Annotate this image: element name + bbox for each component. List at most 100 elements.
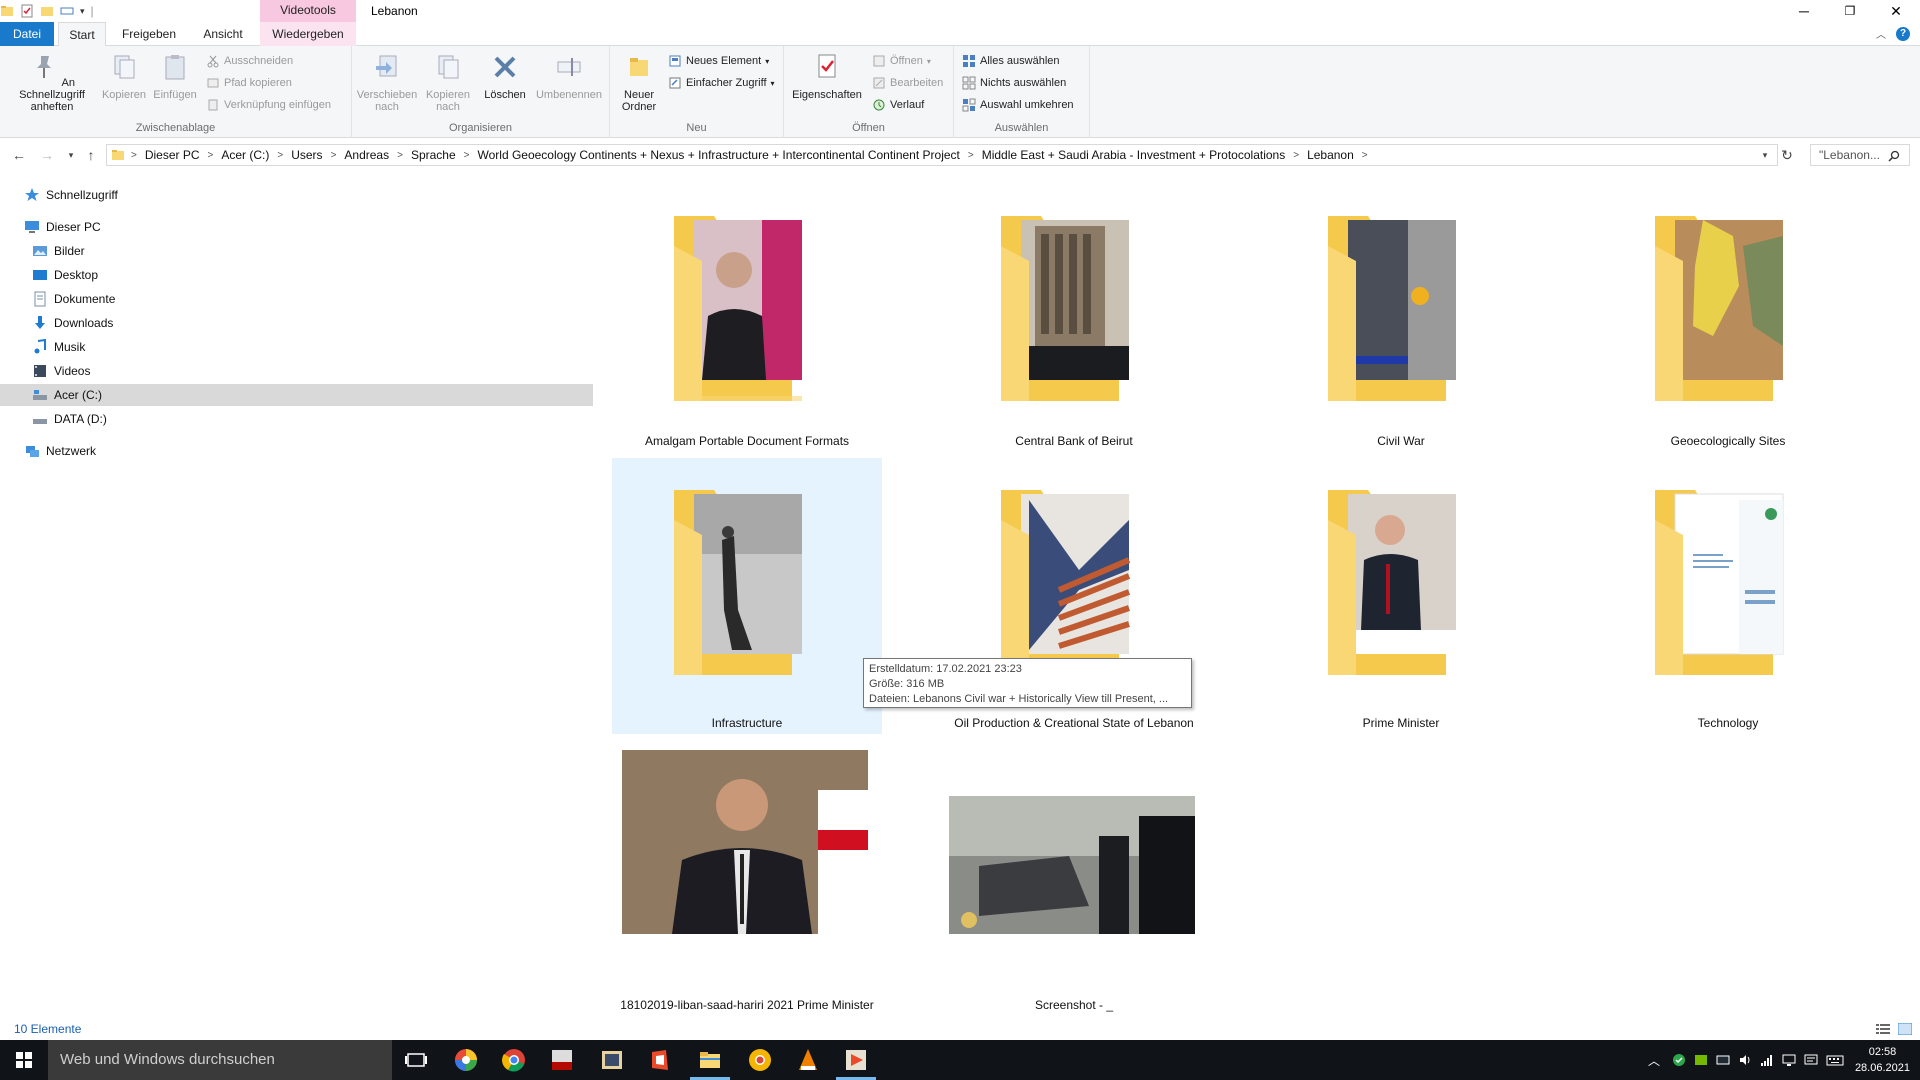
open-button[interactable]: Öffnen ▾: [872, 52, 931, 70]
recent-locations-button[interactable]: ▾: [62, 146, 80, 164]
nvidia-icon[interactable]: [1694, 1053, 1708, 1067]
new-folder-icon[interactable]: [40, 4, 54, 18]
properties-icon[interactable]: [20, 4, 34, 18]
select-all-button[interactable]: Alles auswählen: [962, 52, 1060, 70]
image-file-item[interactable]: 18102019-liban-saad-hariri 2021 Prime Mi…: [612, 740, 882, 1016]
move-to-label: Verschieben nach: [356, 89, 418, 113]
breadcrumb-lebanon[interactable]: Lebanon: [1301, 148, 1360, 162]
invert-selection-button[interactable]: Auswahl umkehren: [962, 96, 1074, 114]
breadcrumb-sprache[interactable]: Sprache: [405, 148, 462, 162]
breadcrumb-separator: >: [330, 149, 337, 161]
paste-button[interactable]: Einfügen: [150, 52, 200, 101]
file-explorer-icon[interactable]: [696, 1046, 724, 1074]
tab-freigeben[interactable]: Freigeben: [112, 22, 186, 46]
address-dropdown-button[interactable]: ▾: [1756, 146, 1774, 164]
nav-item-musik[interactable]: Musik: [0, 336, 593, 358]
tab-ansicht[interactable]: Ansicht: [192, 22, 254, 46]
new-folder-button[interactable]: Neuer Ordner: [614, 52, 664, 113]
up-button[interactable]: ↑: [82, 146, 100, 164]
start-button[interactable]: [0, 1040, 48, 1080]
back-button[interactable]: ←: [10, 146, 28, 164]
delete-button[interactable]: Löschen: [482, 52, 528, 101]
breadcrumb-world-geoecology[interactable]: World Geoecology Continents + Nexus + In…: [472, 148, 966, 162]
keyboard-icon[interactable]: [1826, 1053, 1844, 1067]
maximize-button[interactable]: ❐: [1827, 0, 1873, 22]
media-player-icon[interactable]: [842, 1046, 870, 1074]
breadcrumb-users[interactable]: Users: [285, 148, 328, 162]
cut-button[interactable]: Ausschneiden: [206, 52, 293, 70]
nav-item-downloads[interactable]: Downloads: [0, 312, 593, 334]
office-icon[interactable]: [646, 1046, 674, 1074]
help-icon[interactable]: ?: [1896, 26, 1910, 41]
rename-button[interactable]: Umbenennen: [532, 52, 606, 101]
folder-thumbnail-icon: [1655, 490, 1784, 675]
forward-button[interactable]: →: [38, 146, 56, 164]
nav-item-bilder[interactable]: Bilder: [0, 240, 593, 262]
nav-quick-access[interactable]: Schnellzugriff: [0, 184, 593, 206]
qat-dropdown-icon[interactable]: ▾: [80, 6, 85, 17]
display-icon[interactable]: [1782, 1053, 1796, 1067]
copy-button[interactable]: Kopieren: [100, 52, 148, 101]
search-icon[interactable]: [1888, 150, 1900, 162]
folder-item[interactable]: Technology: [1593, 458, 1863, 734]
easy-access-button[interactable]: Einfacher Zugriff ▾: [668, 74, 775, 92]
nav-network[interactable]: Netzwerk: [0, 440, 593, 462]
breadcrumb-dieser-pc[interactable]: Dieser PC: [139, 148, 206, 162]
item-name: Central Bank of Beirut: [1015, 434, 1133, 448]
vlc-icon[interactable]: [794, 1046, 822, 1074]
acrobat-icon[interactable]: [548, 1046, 576, 1074]
folder-item[interactable]: Geoecologically Sites: [1593, 176, 1863, 452]
network-tray-icon[interactable]: [1716, 1053, 1730, 1067]
nav-this-pc[interactable]: Dieser PC: [0, 216, 593, 238]
taskbar-search-input[interactable]: Web und Windows durchsuchen: [48, 1040, 392, 1080]
minimize-button[interactable]: ─: [1781, 0, 1827, 22]
breadcrumb-andreas[interactable]: Andreas: [338, 148, 395, 162]
folder-item[interactable]: Central Bank of Beirut: [939, 176, 1209, 452]
address-bar[interactable]: > Dieser PC > Acer (C:) > Users > Andrea…: [106, 144, 1778, 166]
nav-item-data-d[interactable]: DATA (D:): [0, 408, 593, 430]
edit-button[interactable]: Bearbeiten: [872, 74, 943, 92]
folder-item[interactable]: Prime Minister: [1266, 458, 1536, 734]
tab-datei[interactable]: Datei: [0, 22, 54, 46]
clock[interactable]: 02:58 28.06.2021: [1855, 1044, 1910, 1076]
move-to-button[interactable]: Verschieben nach: [356, 52, 418, 113]
breadcrumb-middle-east[interactable]: Middle East + Saudi Arabia - Investment …: [976, 148, 1292, 162]
notifications-icon[interactable]: [1804, 1053, 1818, 1067]
tab-wiedergeben[interactable]: Wiedergeben: [260, 22, 356, 46]
refresh-button[interactable]: ↻: [1778, 146, 1796, 164]
picasa-icon[interactable]: [452, 1046, 480, 1074]
close-button[interactable]: ✕: [1873, 0, 1919, 22]
folder-item[interactable]: Amalgam Portable Document Formats: [612, 176, 882, 452]
folder-item-selected[interactable]: Infrastructure: [612, 458, 882, 734]
copy-to-button[interactable]: Kopieren nach: [420, 52, 476, 113]
select-none-button[interactable]: Nichts auswählen: [962, 74, 1066, 92]
nav-item-videos[interactable]: Videos: [0, 360, 593, 382]
chrome-icon[interactable]: [500, 1046, 528, 1074]
paste-shortcut-button[interactable]: Verknüpfung einfügen: [206, 96, 331, 114]
volume-icon[interactable]: [1738, 1053, 1752, 1067]
collapse-ribbon-icon[interactable]: ︿: [1876, 26, 1886, 41]
chrome-alt-icon[interactable]: [746, 1046, 774, 1074]
copy-path-button[interactable]: Pfad kopieren: [206, 74, 292, 92]
tab-start[interactable]: Start: [58, 22, 106, 46]
breadcrumb-acer-c[interactable]: Acer (C:): [215, 148, 275, 162]
open-dropdown-icon: ▾: [926, 56, 931, 66]
show-hidden-icons-icon[interactable]: ︿: [1648, 1052, 1660, 1069]
pin-quick-access-button[interactable]: An Schnellzugriff anheften: [6, 52, 98, 113]
image-file-item[interactable]: Screenshot - _: [939, 740, 1209, 1016]
details-view-icon[interactable]: [1876, 1023, 1890, 1035]
security-icon[interactable]: [1672, 1053, 1686, 1067]
task-view-icon[interactable]: [402, 1046, 430, 1074]
folder-item[interactable]: Civil War: [1266, 176, 1536, 452]
rename-icon[interactable]: [60, 4, 74, 18]
large-icons-view-icon[interactable]: [1898, 1023, 1912, 1035]
nav-item-desktop[interactable]: Desktop: [0, 264, 593, 286]
wifi-signal-icon[interactable]: [1760, 1053, 1774, 1067]
nav-item-acer-c[interactable]: Acer (C:): [0, 384, 593, 406]
nav-item-dokumente[interactable]: Dokumente: [0, 288, 593, 310]
new-item-button[interactable]: Neues Element ▾: [668, 52, 769, 70]
properties-button[interactable]: Eigenschaften: [790, 52, 864, 101]
history-button[interactable]: Verlauf: [872, 96, 924, 114]
taskbar: Web und Windows durchsuchen ︿ 02:58 28.0…: [0, 1040, 1920, 1080]
photo-viewer-icon[interactable]: [598, 1046, 626, 1074]
